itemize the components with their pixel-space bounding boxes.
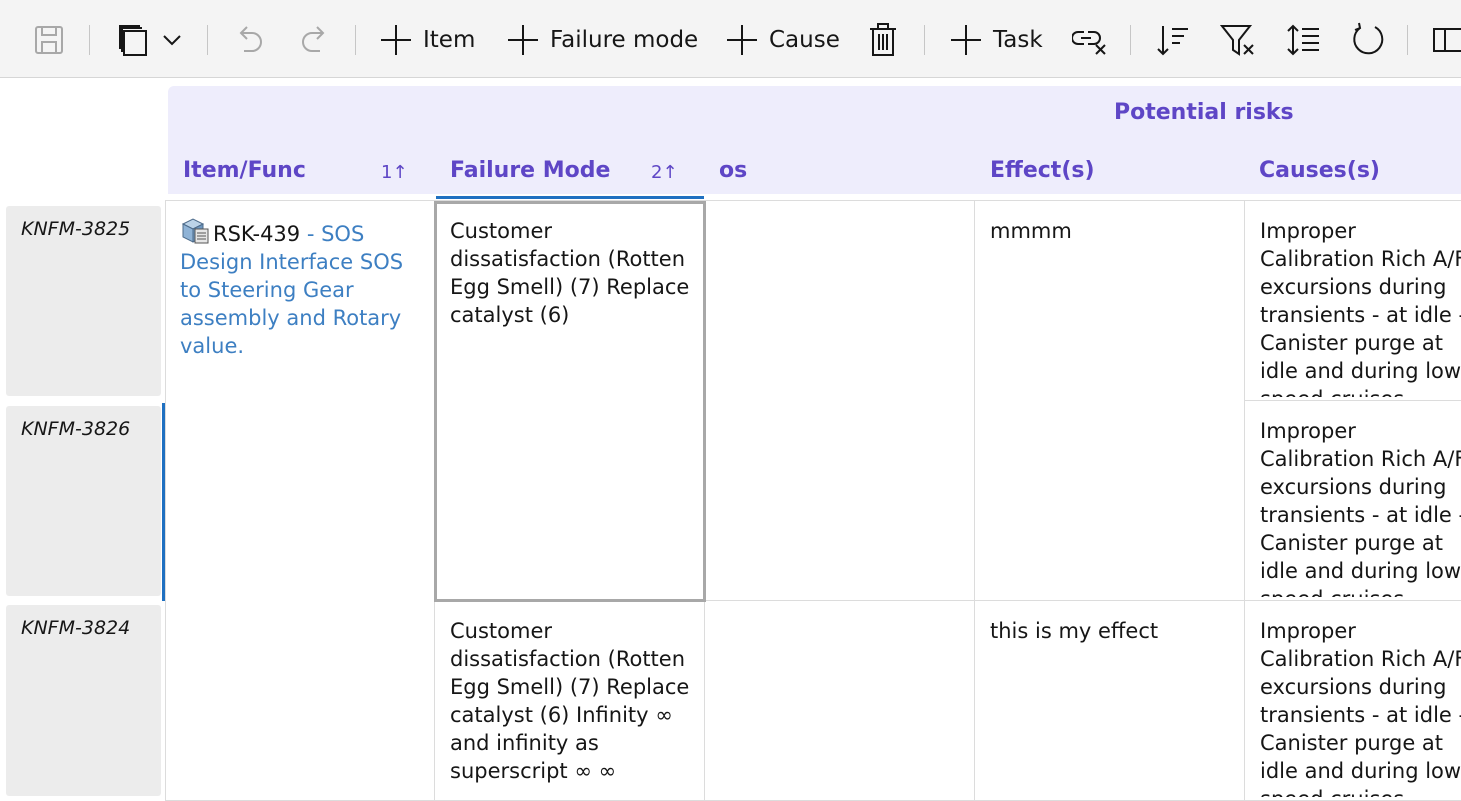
add-failure-mode-label: Failure mode xyxy=(550,27,699,53)
grid-line xyxy=(1244,201,1245,801)
add-task-button[interactable]: Task xyxy=(949,14,1043,66)
item-id: RSK-439 xyxy=(213,222,301,246)
failure-mode-cell[interactable]: Customer dissatisfaction (Rotten Egg Sme… xyxy=(450,617,694,785)
cause-cell[interactable]: Improper Calibration Rich A/F excursions… xyxy=(1260,217,1461,397)
toolbar: Item Failure mode Cause Task xyxy=(0,0,1461,78)
save-icon xyxy=(35,26,63,54)
cause-text: Improper Calibration Rich A/F excursions… xyxy=(1260,219,1461,397)
column-header-causes[interactable]: Causes(s) xyxy=(1259,158,1380,183)
unlink-button[interactable] xyxy=(1072,14,1108,66)
split-view-button[interactable] xyxy=(1432,14,1461,66)
sort-indicator-item-func[interactable]: 1↑ xyxy=(381,162,408,183)
toolbar-separator xyxy=(1130,25,1131,55)
undo-button[interactable] xyxy=(232,14,266,66)
cause-cell[interactable]: Improper Calibration Rich A/F excursions… xyxy=(1260,417,1461,597)
grid-line xyxy=(974,201,975,801)
row-label[interactable]: KNFM-3825 xyxy=(6,206,161,396)
column-header-os[interactable]: os xyxy=(719,158,747,183)
cause-text: Improper Calibration Rich A/F excursions… xyxy=(1260,419,1461,597)
sort-button[interactable] xyxy=(1155,14,1191,66)
plus-icon xyxy=(381,25,411,55)
sort-indicator-failure-mode[interactable]: 2↑ xyxy=(651,162,678,183)
grid-line xyxy=(165,201,166,801)
os-cell[interactable] xyxy=(705,601,974,800)
copy-button[interactable] xyxy=(116,14,150,66)
save-button[interactable] xyxy=(33,14,65,66)
potential-risks-group-header: Potential risks xyxy=(1114,100,1294,125)
effect-cell[interactable]: this is my effect xyxy=(990,617,1230,645)
row-height-button[interactable] xyxy=(1286,14,1322,66)
row-id: KNFM-3825 xyxy=(21,218,131,240)
row-label[interactable]: KNFM-3824 xyxy=(6,605,161,796)
toolbar-separator xyxy=(355,25,356,55)
toolbar-separator xyxy=(1407,25,1408,55)
cause-cell[interactable]: Improper Calibration Rich A/F excursions… xyxy=(1260,617,1461,797)
copy-icon xyxy=(119,25,147,56)
add-item-label: Item xyxy=(423,27,476,53)
toolbar-separator xyxy=(207,25,208,55)
plus-icon xyxy=(727,25,757,55)
plus-icon xyxy=(508,25,538,55)
toolbar-separator xyxy=(89,25,90,55)
grid-line xyxy=(1244,400,1461,401)
redo-button[interactable] xyxy=(298,14,332,66)
selected-cell-outline xyxy=(434,201,706,602)
os-cell[interactable] xyxy=(705,201,974,600)
refresh-button[interactable] xyxy=(1349,14,1385,66)
add-failure-mode-button[interactable]: Failure mode xyxy=(506,14,698,66)
add-task-label: Task xyxy=(993,27,1043,53)
cause-text: Improper Calibration Rich A/F excursions… xyxy=(1260,619,1461,797)
column-header-failure-mode[interactable]: Failure Mode xyxy=(450,158,610,183)
add-item-button[interactable]: Item xyxy=(379,14,475,66)
split-view-icon xyxy=(1433,28,1461,52)
copy-options-dropdown[interactable] xyxy=(160,14,184,66)
row-label[interactable]: KNFM-3826 xyxy=(6,406,161,596)
item-cube-icon xyxy=(181,218,209,244)
row-id: KNFM-3824 xyxy=(21,617,131,639)
refresh-icon xyxy=(1353,22,1384,55)
redo-icon xyxy=(302,26,325,52)
item-func-cell[interactable]: RSK-439 - SOS Design Interface SOS to St… xyxy=(180,217,420,360)
row-id: KNFM-3826 xyxy=(21,418,131,440)
unlink-icon xyxy=(1072,31,1106,55)
row-height-icon xyxy=(1287,24,1319,56)
filter-clear-icon xyxy=(1220,25,1254,56)
active-column-indicator xyxy=(436,196,704,199)
toolbar-separator xyxy=(924,25,925,55)
column-header-effects[interactable]: Effect(s) xyxy=(990,158,1095,183)
column-header-item-func[interactable]: Item/Func xyxy=(183,158,306,183)
plus-icon xyxy=(951,25,981,55)
effect-cell[interactable]: mmmm xyxy=(990,217,1230,245)
chevron-down-icon xyxy=(163,35,181,46)
delete-button[interactable] xyxy=(868,14,898,66)
add-cause-label: Cause xyxy=(769,27,840,53)
sort-icon xyxy=(1157,26,1188,56)
filter-button[interactable] xyxy=(1220,14,1256,66)
undo-icon xyxy=(239,26,262,52)
add-cause-button[interactable]: Cause xyxy=(725,14,840,66)
trash-icon xyxy=(870,23,896,56)
